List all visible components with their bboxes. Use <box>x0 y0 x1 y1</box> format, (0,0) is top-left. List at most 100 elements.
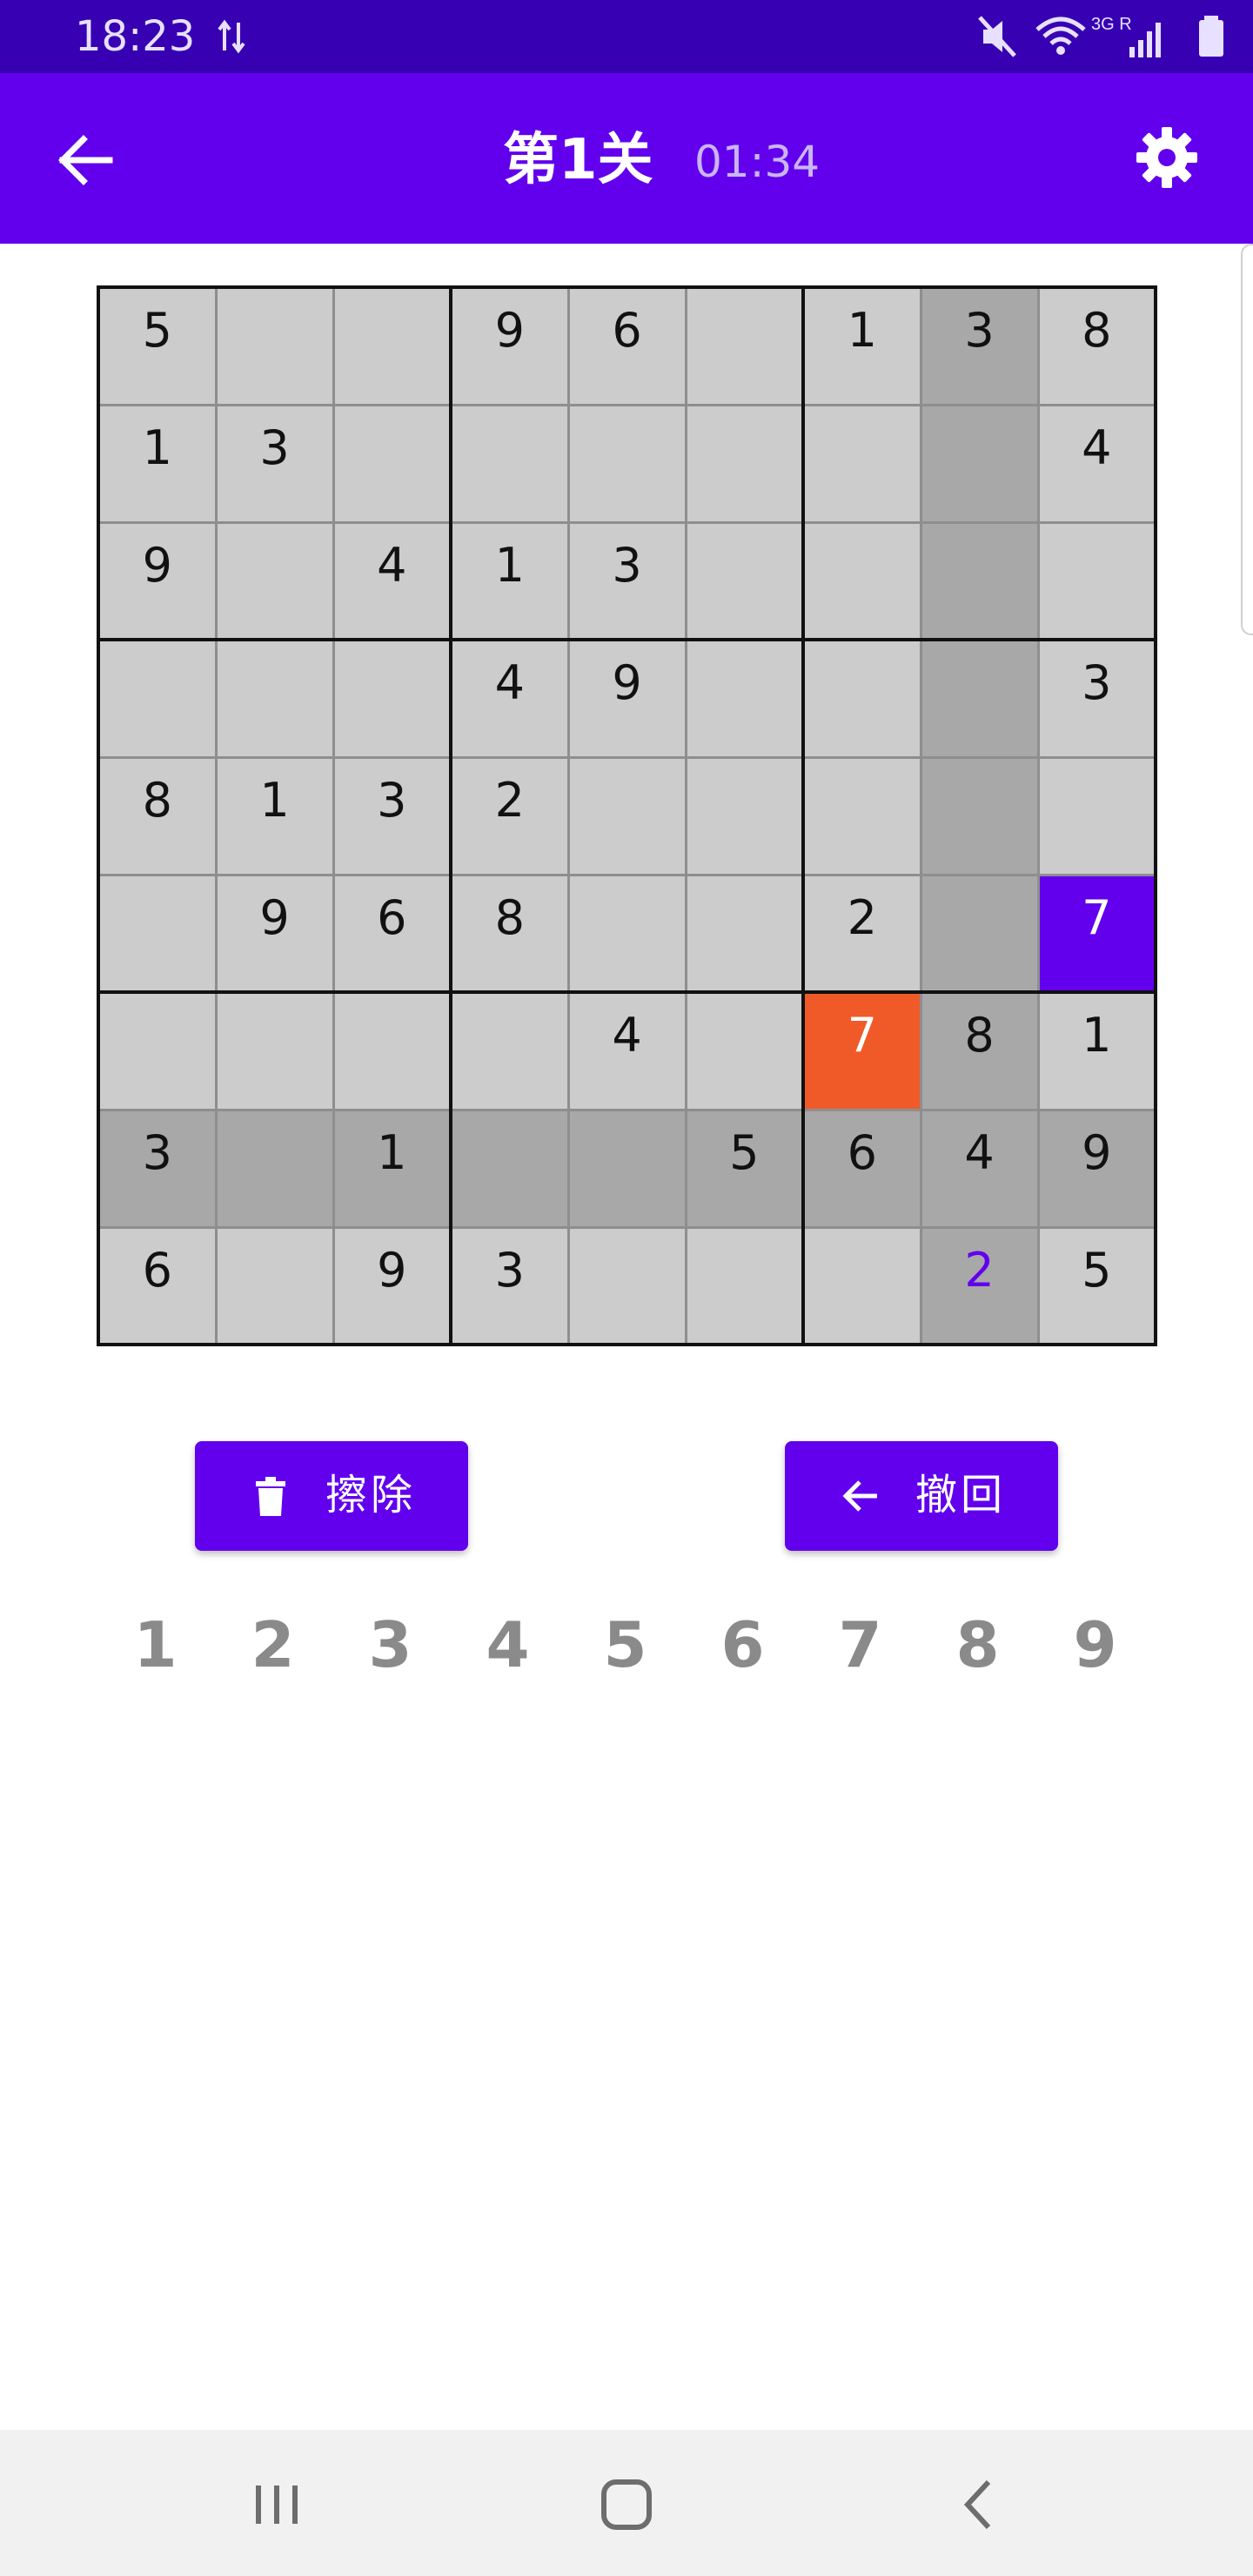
sudoku-cell[interactable] <box>919 638 1040 759</box>
sudoku-cell[interactable]: 5 <box>684 1108 805 1229</box>
sudoku-cell[interactable] <box>684 285 805 406</box>
sudoku-cell[interactable] <box>332 990 452 1111</box>
sudoku-cell[interactable]: 6 <box>97 1225 218 1346</box>
sudoku-cell[interactable] <box>332 638 452 759</box>
sudoku-cell[interactable] <box>684 403 805 524</box>
sudoku-cell[interactable]: 1 <box>801 285 922 406</box>
sudoku-cell[interactable]: 9 <box>332 1225 452 1346</box>
sudoku-cell[interactable]: 2 <box>919 1225 1040 1346</box>
sudoku-cell[interactable]: 3 <box>332 755 452 876</box>
sudoku-cell[interactable] <box>684 990 805 1111</box>
sudoku-cell[interactable] <box>684 755 805 876</box>
sudoku-cell[interactable]: 9 <box>97 520 218 641</box>
sudoku-cell[interactable] <box>97 873 218 994</box>
erase-label: 擦除 <box>325 1471 417 1519</box>
sudoku-cell[interactable] <box>214 520 335 641</box>
sudoku-cell[interactable] <box>801 638 922 759</box>
sudoku-cell[interactable] <box>566 873 687 994</box>
sudoku-cell[interactable] <box>566 1108 687 1229</box>
sudoku-cell[interactable]: 6 <box>566 285 687 406</box>
number-key[interactable]: 1 <box>97 1601 214 1688</box>
sudoku-cell[interactable]: 6 <box>801 1108 922 1229</box>
recents-icon[interactable] <box>242 2470 312 2539</box>
sudoku-cell[interactable]: 8 <box>1036 285 1157 406</box>
number-key[interactable]: 7 <box>801 1601 919 1688</box>
sudoku-cell[interactable] <box>684 638 805 759</box>
sudoku-cell[interactable]: 4 <box>449 638 570 759</box>
back-chevron-icon[interactable] <box>943 2470 1013 2539</box>
number-key[interactable]: 9 <box>1036 1601 1154 1688</box>
sudoku-cell[interactable] <box>684 1225 805 1346</box>
number-key[interactable]: 4 <box>449 1601 566 1688</box>
sudoku-cell[interactable] <box>919 403 1040 524</box>
sudoku-cell[interactable] <box>566 403 687 524</box>
sudoku-cell[interactable]: 4 <box>566 990 687 1111</box>
number-key[interactable]: 5 <box>566 1601 684 1688</box>
sudoku-cell[interactable]: 7 <box>1036 873 1157 994</box>
sudoku-cell[interactable] <box>1036 755 1157 876</box>
undo-button[interactable]: 撤回 <box>785 1441 1058 1551</box>
sudoku-cell[interactable]: 7 <box>801 990 922 1111</box>
sudoku-cell[interactable] <box>97 990 218 1111</box>
erase-button[interactable]: 擦除 <box>195 1441 468 1551</box>
sudoku-cell[interactable] <box>801 755 922 876</box>
sudoku-cell[interactable]: 3 <box>214 403 335 524</box>
sudoku-cell[interactable]: 4 <box>919 1108 1040 1229</box>
sudoku-cell[interactable] <box>919 520 1040 641</box>
sudoku-cell[interactable]: 9 <box>214 873 335 994</box>
sudoku-cell[interactable]: 3 <box>449 1225 570 1346</box>
sudoku-cell[interactable]: 9 <box>449 285 570 406</box>
sudoku-cell[interactable]: 5 <box>97 285 218 406</box>
sudoku-cell[interactable]: 3 <box>97 1108 218 1229</box>
sudoku-cell[interactable] <box>1036 520 1157 641</box>
sudoku-cell[interactable]: 8 <box>97 755 218 876</box>
sudoku-cell[interactable] <box>566 1225 687 1346</box>
sudoku-cell[interactable]: 1 <box>214 755 335 876</box>
sudoku-cell[interactable]: 6 <box>332 873 452 994</box>
sudoku-cell[interactable]: 3 <box>566 520 687 641</box>
sudoku-cell[interactable]: 1 <box>1036 990 1157 1111</box>
sudoku-cell[interactable]: 2 <box>449 755 570 876</box>
number-key[interactable]: 8 <box>919 1601 1036 1688</box>
sudoku-cell[interactable] <box>214 990 335 1111</box>
sudoku-cell[interactable] <box>449 1108 570 1229</box>
sudoku-cell[interactable]: 9 <box>1036 1108 1157 1229</box>
sudoku-cell[interactable] <box>214 1108 335 1229</box>
sudoku-cell[interactable]: 4 <box>1036 403 1157 524</box>
sudoku-cell[interactable]: 8 <box>919 990 1040 1111</box>
sudoku-cell[interactable] <box>801 403 922 524</box>
sudoku-cell[interactable] <box>919 873 1040 994</box>
sudoku-cell[interactable] <box>214 1225 335 1346</box>
sudoku-cell[interactable] <box>566 755 687 876</box>
sudoku-cell[interactable] <box>919 755 1040 876</box>
sudoku-cell[interactable]: 3 <box>919 285 1040 406</box>
sudoku-cell[interactable]: 4 <box>332 520 452 641</box>
sudoku-cell[interactable] <box>801 1225 922 1346</box>
sudoku-cell[interactable]: 5 <box>1036 1225 1157 1346</box>
sudoku-cell[interactable]: 1 <box>332 1108 452 1229</box>
sudoku-cell[interactable] <box>97 638 218 759</box>
board-row: 8132 <box>97 755 1157 876</box>
sudoku-cell[interactable]: 3 <box>1036 638 1157 759</box>
sudoku-cell[interactable] <box>214 285 335 406</box>
number-key[interactable]: 2 <box>214 1601 332 1688</box>
sudoku-cell[interactable] <box>214 638 335 759</box>
number-key[interactable]: 3 <box>332 1601 449 1688</box>
number-key[interactable]: 6 <box>684 1601 801 1688</box>
home-icon[interactable] <box>592 2470 661 2539</box>
sudoku-cell[interactable] <box>801 520 922 641</box>
arrow-back-icon[interactable] <box>52 127 118 193</box>
sudoku-cell[interactable]: 8 <box>449 873 570 994</box>
gear-icon[interactable] <box>1133 124 1201 191</box>
sudoku-cell[interactable]: 1 <box>449 520 570 641</box>
board-row: 9413 <box>97 520 1157 641</box>
sudoku-cell[interactable] <box>684 873 805 994</box>
sudoku-cell[interactable]: 1 <box>97 403 218 524</box>
sudoku-cell[interactable]: 9 <box>566 638 687 759</box>
sudoku-cell[interactable] <box>332 403 452 524</box>
sudoku-cell[interactable] <box>449 403 570 524</box>
sudoku-cell[interactable]: 2 <box>801 873 922 994</box>
sudoku-cell[interactable] <box>332 285 452 406</box>
sudoku-cell[interactable] <box>684 520 805 641</box>
sudoku-cell[interactable] <box>449 990 570 1111</box>
